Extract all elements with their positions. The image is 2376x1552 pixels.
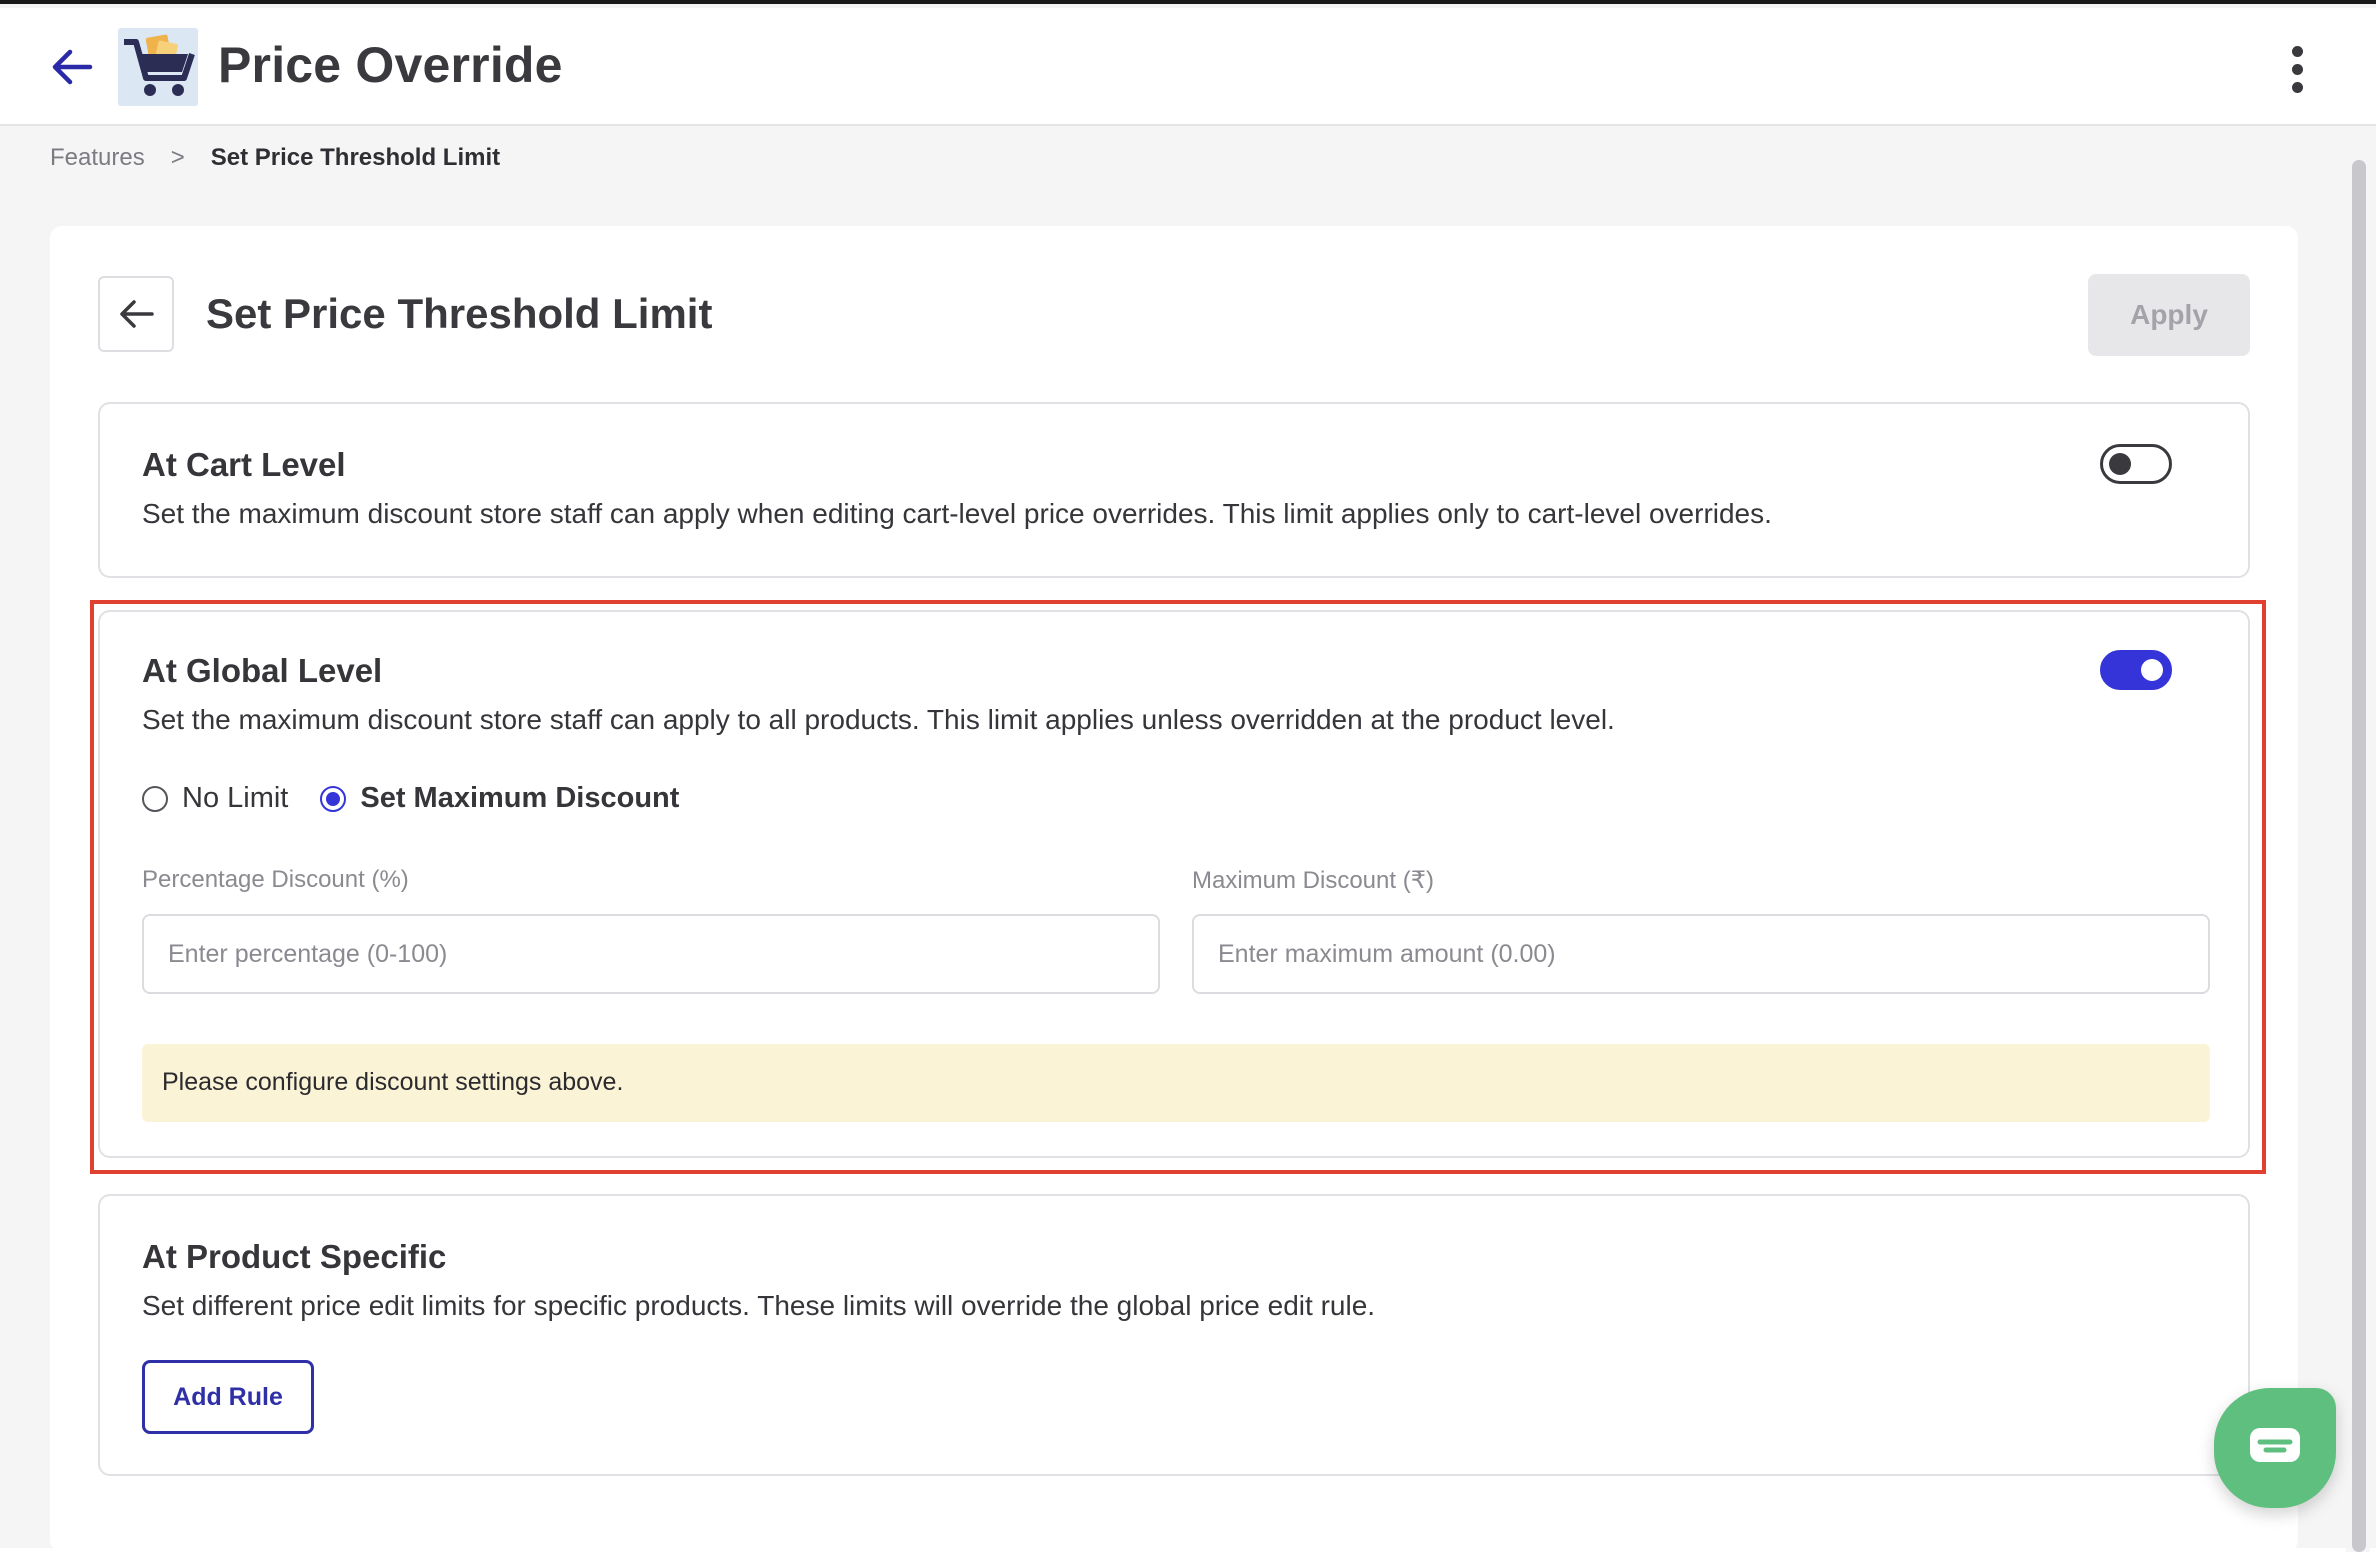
add-rule-button[interactable]: Add Rule bbox=[142, 1360, 314, 1434]
product-specific-section: At Product Specific Set different price … bbox=[98, 1194, 2250, 1476]
page-title: Set Price Threshold Limit bbox=[206, 290, 713, 337]
breadcrumb-features[interactable]: Features bbox=[50, 144, 145, 172]
chat-icon bbox=[2250, 1428, 2300, 1462]
app-window: Price Override Features > Set Price Thre… bbox=[0, 0, 2376, 1552]
product-specific-title: At Product Specific bbox=[142, 1238, 447, 1275]
radio-no-limit[interactable]: No Limit bbox=[142, 782, 288, 815]
global-level-toggle[interactable] bbox=[2100, 650, 2172, 690]
configure-notice: Please configure discount settings above… bbox=[142, 1044, 2210, 1122]
top-bar: Price Override bbox=[0, 8, 2376, 126]
kebab-menu-icon[interactable] bbox=[2278, 44, 2318, 96]
maximum-discount-input[interactable] bbox=[1192, 914, 2210, 994]
cart-level-section: At Cart Level Set the maximum discount s… bbox=[98, 402, 2250, 578]
breadcrumb-current: Set Price Threshold Limit bbox=[210, 144, 501, 171]
cart-level-title: At Cart Level bbox=[142, 446, 346, 483]
chat-button[interactable] bbox=[2214, 1388, 2336, 1508]
percentage-discount-label: Percentage Discount (%) bbox=[142, 866, 409, 893]
breadcrumb: Features > Set Price Threshold Limit bbox=[50, 144, 500, 172]
limit-radio-group: No Limit Set Maximum Discount bbox=[142, 782, 711, 815]
global-level-title: At Global Level bbox=[142, 652, 383, 689]
breadcrumb-separator: > bbox=[170, 144, 185, 171]
threshold-card: Set Price Threshold Limit Apply At Cart … bbox=[50, 226, 2298, 1552]
maximum-discount-label: Maximum Discount (₹) bbox=[1192, 867, 1434, 894]
arrow-left-icon bbox=[120, 300, 154, 328]
product-specific-description: Set different price edit limits for spec… bbox=[142, 1290, 1376, 1321]
scrollbar-thumb[interactable] bbox=[2352, 160, 2366, 1552]
cart-level-toggle[interactable] bbox=[2100, 444, 2172, 484]
global-level-description: Set the maximum discount store staff can… bbox=[142, 704, 1615, 735]
radio-set-maximum-discount[interactable]: Set Maximum Discount bbox=[320, 782, 679, 815]
apply-button[interactable]: Apply bbox=[2088, 274, 2250, 356]
radio-no-limit-circle[interactable] bbox=[142, 785, 168, 812]
radio-set-max-circle[interactable] bbox=[320, 785, 347, 812]
app-title: Price Override bbox=[218, 37, 563, 93]
cart-level-description: Set the maximum discount store staff can… bbox=[142, 498, 1772, 529]
radio-set-max-label: Set Maximum Discount bbox=[360, 782, 680, 814]
shopping-cart-logo bbox=[118, 28, 198, 106]
radio-no-limit-label: No Limit bbox=[182, 782, 289, 814]
arrow-left-icon[interactable] bbox=[46, 40, 100, 94]
global-level-section: At Global Level Set the maximum discount… bbox=[98, 610, 2250, 1158]
percentage-discount-input[interactable] bbox=[142, 914, 1160, 994]
card-back-button[interactable] bbox=[98, 276, 174, 352]
